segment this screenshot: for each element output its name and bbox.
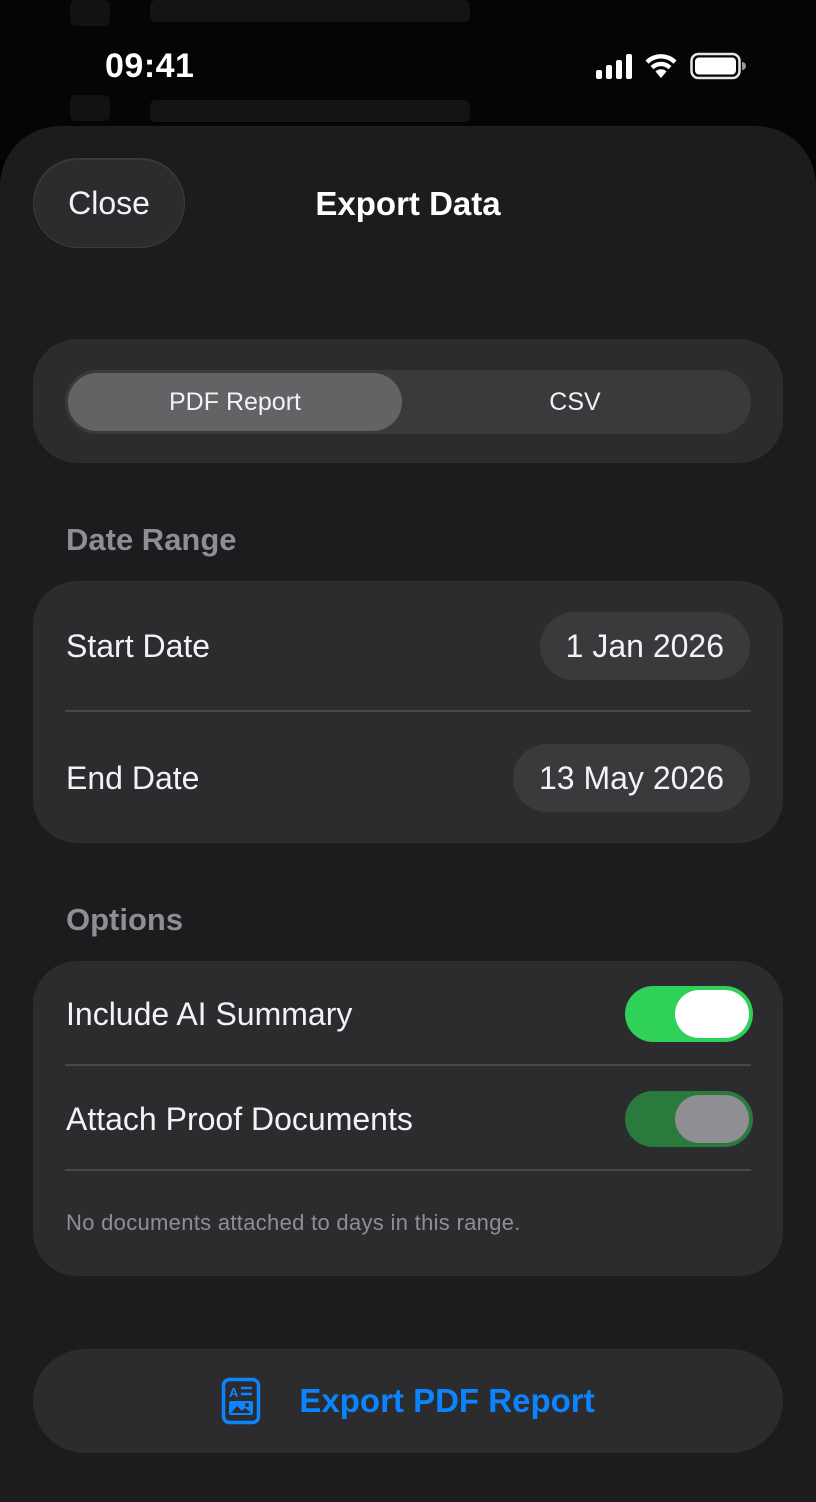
segment-csv[interactable]: CSV <box>402 373 748 431</box>
ai-summary-row: Include AI Summary <box>66 985 753 1043</box>
end-date-label: End Date <box>66 759 200 796</box>
ai-summary-toggle[interactable] <box>625 986 753 1042</box>
cellular-signal-icon <box>596 53 632 79</box>
date-range-heading: Date Range <box>66 522 237 557</box>
divider <box>65 1064 751 1066</box>
options-heading: Options <box>66 902 184 937</box>
toggle-knob <box>675 1095 749 1143</box>
document-text-image-icon: A <box>222 1377 261 1425</box>
divider <box>65 710 751 712</box>
status-time: 09:41 <box>105 47 195 85</box>
proof-documents-toggle[interactable] <box>625 1091 753 1147</box>
divider <box>65 1169 751 1171</box>
date-range-group: Start Date 1 Jan 2026 End Date 13 May 20… <box>33 581 783 843</box>
proof-documents-label: Attach Proof Documents <box>66 1100 413 1137</box>
svg-text:A: A <box>229 1385 239 1400</box>
options-group: Include AI Summary Attach Proof Document… <box>33 961 783 1276</box>
export-pdf-report-button[interactable]: A Export PDF Report <box>33 1349 783 1453</box>
battery-icon <box>690 52 746 80</box>
proof-documents-row: Attach Proof Documents <box>66 1090 753 1148</box>
start-date-label: Start Date <box>66 627 211 664</box>
ai-summary-label: Include AI Summary <box>66 995 353 1032</box>
toggle-knob <box>675 990 749 1038</box>
status-icons <box>596 50 746 82</box>
sheet-title: Export Data <box>315 185 501 222</box>
start-date-row: Start Date 1 Jan 2026 <box>66 611 750 681</box>
start-date-picker[interactable]: 1 Jan 2026 <box>539 612 750 680</box>
wifi-icon <box>645 54 677 78</box>
end-date-picker[interactable]: 13 May 2026 <box>512 744 750 812</box>
export-button-label: Export PDF Report <box>299 1382 595 1419</box>
status-bar: 09:41 <box>0 0 816 130</box>
format-segmented-control[interactable]: PDF Report CSV <box>65 370 751 434</box>
segment-pdf-report[interactable]: PDF Report <box>68 373 402 431</box>
proof-documents-footnote: No documents attached to days in this ra… <box>66 1210 521 1235</box>
end-date-row: End Date 13 May 2026 <box>66 743 750 813</box>
